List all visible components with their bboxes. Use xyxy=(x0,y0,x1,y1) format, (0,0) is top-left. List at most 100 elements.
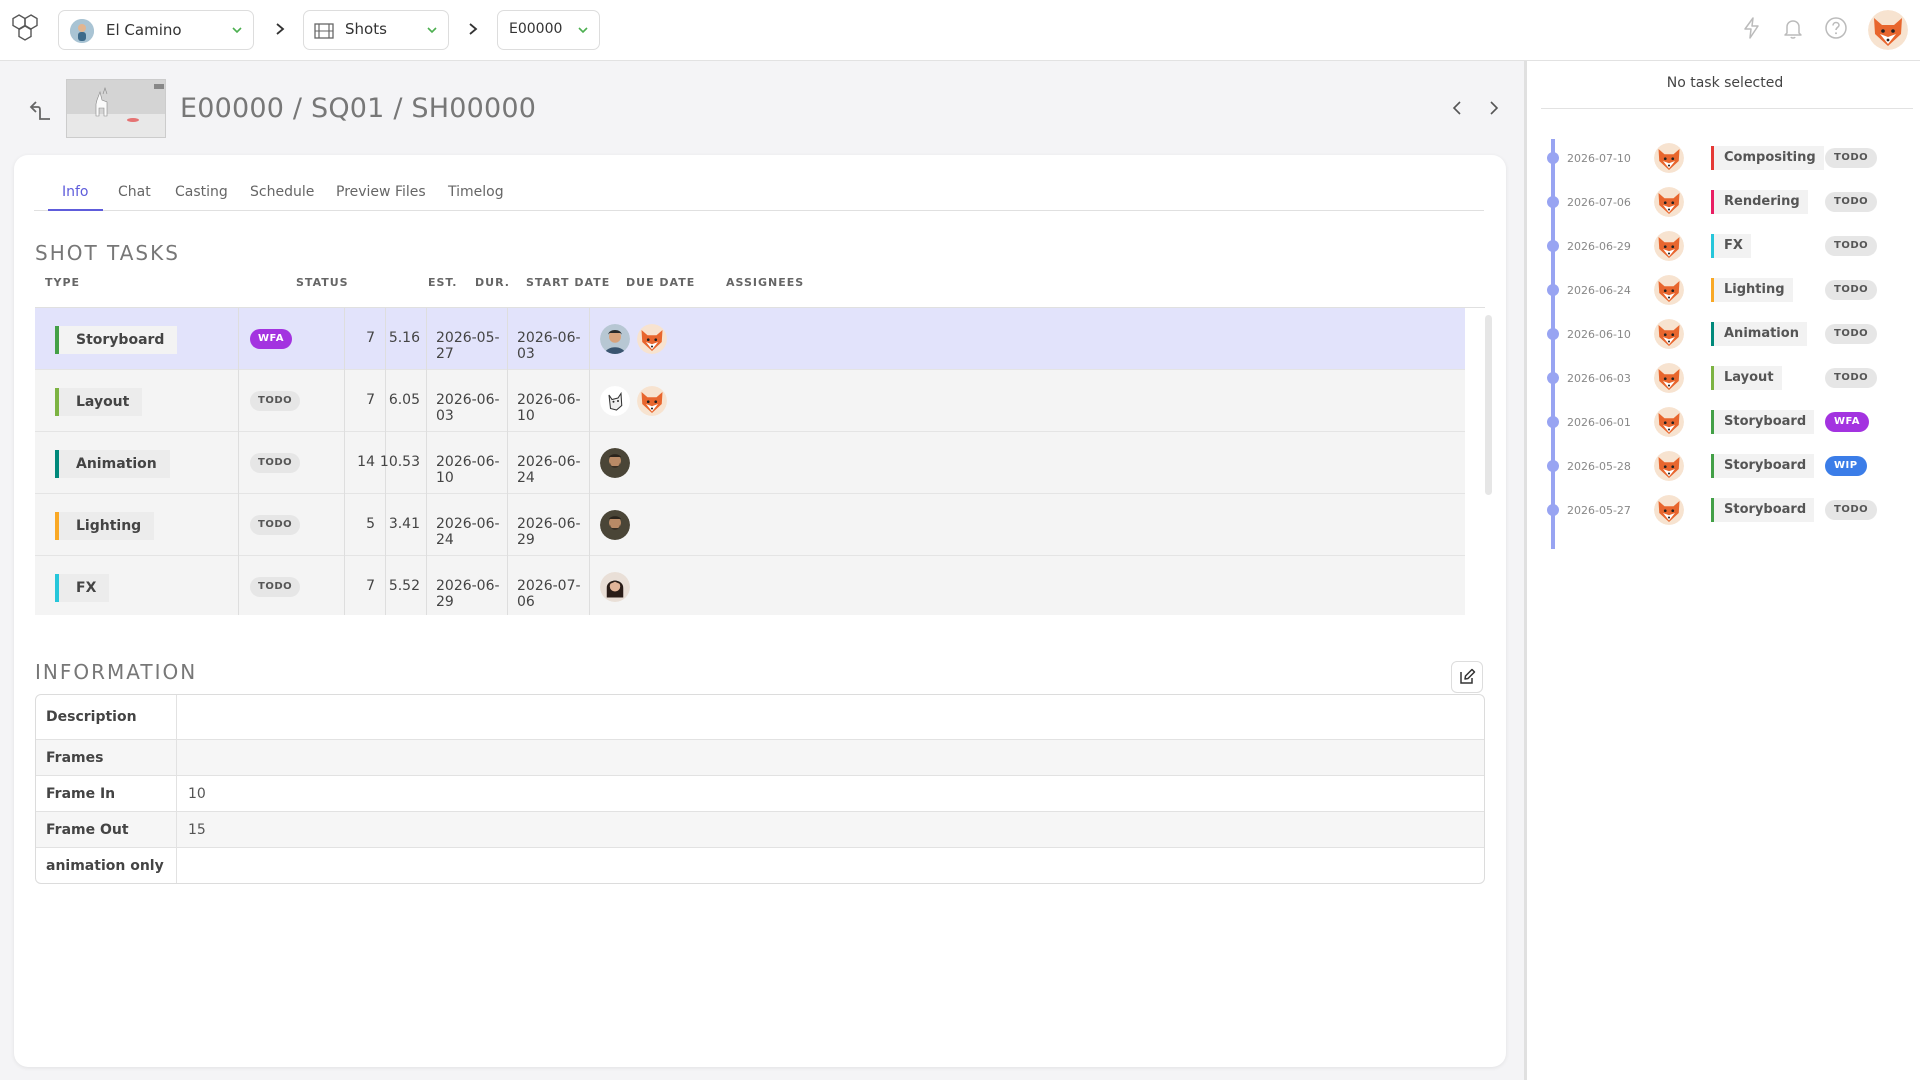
shot-thumbnail[interactable] xyxy=(66,79,166,138)
task-due-cell[interactable]: 2026-06-03 xyxy=(508,308,590,370)
status-badge[interactable]: TODO xyxy=(1825,368,1878,388)
section-selector[interactable]: Shots xyxy=(303,10,449,50)
tab-chat[interactable]: Chat xyxy=(104,181,165,211)
task-start-cell[interactable]: 2026-06-24 xyxy=(427,494,508,556)
task-type-chip[interactable]: FX xyxy=(55,574,110,602)
tab-casting[interactable]: Casting xyxy=(161,181,242,211)
tab-info[interactable]: Info xyxy=(48,181,103,211)
tab-schedule[interactable]: Schedule xyxy=(236,181,328,211)
timeline-task-chip[interactable]: Compositing xyxy=(1711,146,1824,170)
lightning-icon[interactable] xyxy=(1740,16,1764,40)
assignee-avatar[interactable] xyxy=(600,324,630,354)
task-due-cell[interactable]: 2026-06-24 xyxy=(508,432,590,494)
status-badge[interactable]: TODO xyxy=(250,453,301,473)
timeline-item[interactable]: 2026-06-10 Animation TODO xyxy=(1527,319,1920,349)
task-type-chip[interactable]: Storyboard xyxy=(55,326,178,354)
status-badge[interactable]: TODO xyxy=(1825,148,1878,168)
tab-timelog[interactable]: Timelog xyxy=(434,181,518,211)
task-type-chip[interactable]: Layout xyxy=(55,388,143,416)
avatar[interactable] xyxy=(1654,319,1684,349)
assignee-avatar[interactable] xyxy=(637,386,667,416)
task-row[interactable]: FX TODO 7 5.52 2026-06-29 2026-07-06 xyxy=(35,556,1465,615)
timeline-item[interactable]: 2026-06-03 Layout TODO xyxy=(1527,363,1920,393)
timeline-task-chip[interactable]: Layout xyxy=(1711,366,1782,390)
task-assignees-cell[interactable] xyxy=(590,308,1465,370)
column-status[interactable]: STATUS xyxy=(296,276,349,289)
column-start-date[interactable]: START DATE xyxy=(526,276,610,289)
task-type-chip[interactable]: Lighting xyxy=(55,512,155,540)
status-badge[interactable]: TODO xyxy=(250,515,301,535)
avatar[interactable] xyxy=(1654,451,1684,481)
tab-preview-files[interactable]: Preview Files xyxy=(322,181,440,211)
task-due-cell[interactable]: 2026-07-06 xyxy=(508,556,590,615)
task-row[interactable]: Lighting TODO 5 3.41 2026-06-24 2026-06-29 xyxy=(35,494,1465,556)
task-est-cell[interactable]: 7 xyxy=(345,370,386,432)
avatar[interactable] xyxy=(1654,363,1684,393)
tasks-scrollbar[interactable] xyxy=(1485,315,1492,495)
task-due-cell[interactable]: 2026-06-29 xyxy=(508,494,590,556)
task-start-cell[interactable]: 2026-05-27 xyxy=(427,308,508,370)
help-icon[interactable] xyxy=(1824,16,1848,40)
production-selector[interactable]: El Camino xyxy=(58,10,254,50)
task-start-cell[interactable]: 2026-06-10 xyxy=(427,432,508,494)
episode-selector[interactable]: E00000 xyxy=(497,10,600,50)
timeline-task-chip[interactable]: Animation xyxy=(1711,322,1807,346)
edit-button[interactable] xyxy=(1451,661,1483,693)
avatar[interactable] xyxy=(1654,143,1684,173)
column-dur[interactable]: DUR. xyxy=(475,276,510,289)
info-field-value[interactable]: 10 xyxy=(188,786,206,802)
column-est[interactable]: EST. xyxy=(428,276,457,289)
status-badge[interactable]: TODO xyxy=(1825,236,1878,256)
status-badge[interactable]: TODO xyxy=(250,577,301,597)
previous-shot-icon[interactable] xyxy=(1450,100,1464,116)
assignee-avatar[interactable] xyxy=(600,572,630,602)
column-due-date[interactable]: DUE DATE xyxy=(626,276,695,289)
timeline-task-chip[interactable]: Storyboard xyxy=(1711,454,1815,478)
timeline-item[interactable]: 2026-05-27 Storyboard TODO xyxy=(1527,495,1920,525)
avatar[interactable] xyxy=(1654,495,1684,525)
assignee-avatar[interactable] xyxy=(637,324,667,354)
avatar[interactable] xyxy=(1654,407,1684,437)
bell-icon[interactable] xyxy=(1781,16,1805,40)
timeline-item[interactable]: 2026-06-29 FX TODO xyxy=(1527,231,1920,261)
task-row[interactable]: Animation TODO 14 10.53 2026-06-10 2026-06-24 xyxy=(35,432,1465,494)
status-badge[interactable]: TODO xyxy=(250,391,301,411)
task-start-cell[interactable]: 2026-06-29 xyxy=(427,556,508,615)
task-est-cell[interactable]: 7 xyxy=(345,308,386,370)
status-badge[interactable]: TODO xyxy=(1825,324,1878,344)
task-assignees-cell[interactable] xyxy=(590,556,1465,615)
task-row[interactable]: Layout TODO 7 6.05 2026-06-03 2026-06-10 xyxy=(35,370,1465,432)
timeline-task-chip[interactable]: FX xyxy=(1711,234,1751,258)
app-logo-icon[interactable] xyxy=(9,12,43,46)
column-assignees[interactable]: ASSIGNEES xyxy=(726,276,804,289)
task-type-chip[interactable]: Animation xyxy=(55,450,170,478)
status-badge[interactable]: WIP xyxy=(1825,456,1867,476)
task-est-cell[interactable]: 7 xyxy=(345,556,386,615)
timeline-task-chip[interactable]: Rendering xyxy=(1711,190,1808,214)
assignee-avatar[interactable] xyxy=(600,386,630,416)
assignee-avatar[interactable] xyxy=(600,510,630,540)
avatar[interactable] xyxy=(1654,231,1684,261)
task-start-cell[interactable]: 2026-06-03 xyxy=(427,370,508,432)
status-badge[interactable]: TODO xyxy=(1825,280,1878,300)
avatar[interactable] xyxy=(1654,275,1684,305)
user-avatar[interactable] xyxy=(1868,10,1908,50)
timeline-task-chip[interactable]: Storyboard xyxy=(1711,498,1815,522)
task-est-cell[interactable]: 5 xyxy=(345,494,386,556)
avatar[interactable] xyxy=(1654,187,1684,217)
timeline-item[interactable]: 2026-06-01 Storyboard WFA xyxy=(1527,407,1920,437)
timeline-task-chip[interactable]: Lighting xyxy=(1711,278,1793,302)
column-type[interactable]: TYPE xyxy=(45,276,80,289)
back-up-icon[interactable] xyxy=(28,98,52,122)
timeline-task-chip[interactable]: Storyboard xyxy=(1711,410,1815,434)
info-field-value[interactable]: 15 xyxy=(188,822,206,838)
task-due-cell[interactable]: 2026-06-10 xyxy=(508,370,590,432)
status-badge[interactable]: TODO xyxy=(1825,192,1878,212)
task-assignees-cell[interactable] xyxy=(590,432,1465,494)
task-assignees-cell[interactable] xyxy=(590,370,1465,432)
timeline-item[interactable]: 2026-07-10 Compositing TODO xyxy=(1527,143,1920,173)
timeline-item[interactable]: 2026-06-24 Lighting TODO xyxy=(1527,275,1920,305)
assignee-avatar[interactable] xyxy=(600,448,630,478)
next-shot-icon[interactable] xyxy=(1487,100,1501,116)
task-row[interactable]: Storyboard WFA 7 5.16 2026-05-27 2026-06-03 xyxy=(35,308,1465,370)
